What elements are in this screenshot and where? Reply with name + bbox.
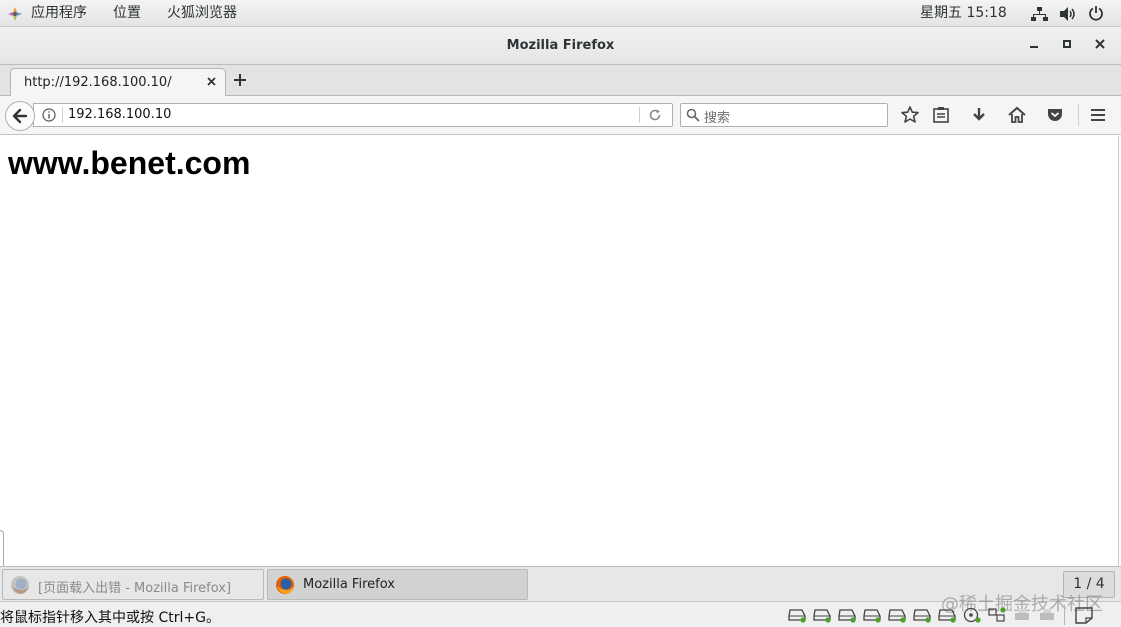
hard-disk-icon[interactable]	[912, 607, 932, 623]
message-log-icon[interactable]	[1074, 606, 1094, 624]
optical-drive-icon[interactable]	[962, 607, 982, 623]
close-icon	[1095, 39, 1105, 49]
window-title: Mozilla Firefox	[506, 38, 615, 53]
maximize-button[interactable]	[1056, 36, 1078, 56]
page-heading: www.benet.com	[8, 145, 251, 181]
toolbar-separator	[1078, 104, 1079, 126]
gnome-top-bar: 应用程序 位置 火狐浏览器 星期五 15:18	[0, 0, 1121, 27]
bookmark-star-icon[interactable]	[900, 105, 920, 125]
tab-strip: http://192.168.100.10/	[0, 65, 1121, 97]
hard-disk-icon[interactable]	[887, 607, 907, 623]
tab-title: http://192.168.100.10/	[24, 75, 172, 90]
menu-icon[interactable]	[1088, 105, 1108, 125]
window-titlebar[interactable]: Mozilla Firefox	[0, 27, 1121, 65]
minimize-icon	[1030, 46, 1038, 48]
back-button[interactable]	[5, 101, 35, 131]
download-icon[interactable]	[969, 105, 989, 125]
hard-disk-icon[interactable]	[837, 607, 857, 623]
status-message: 将鼠标指针移入其中或按 Ctrl+G。	[0, 610, 220, 626]
search-icon	[686, 108, 700, 122]
tab-active[interactable]: http://192.168.100.10/	[10, 68, 226, 97]
window-list-label: [页面载入出错 - Mozilla Firefox]	[38, 581, 232, 596]
navigation-toolbar: 192.168.100.10 搜索	[0, 96, 1121, 135]
search-bar[interactable]: 搜索	[680, 103, 888, 127]
window-list-label: Mozilla Firefox	[303, 577, 395, 592]
hard-disk-icon[interactable]	[812, 607, 832, 623]
close-icon	[207, 77, 216, 86]
hard-disk-icon[interactable]	[937, 607, 957, 623]
site-info-icon[interactable]	[42, 108, 56, 122]
window-list-item-firefox[interactable]: Mozilla Firefox	[267, 569, 528, 600]
network-adapter-icon[interactable]	[987, 607, 1007, 623]
hard-disk-icon[interactable]	[787, 607, 807, 623]
new-tab-button[interactable]	[233, 69, 247, 91]
places-menu[interactable]: 位置	[113, 4, 141, 22]
applications-icon[interactable]	[7, 6, 23, 22]
firefox-icon	[276, 576, 294, 594]
firefox-icon	[11, 576, 29, 594]
reload-separator	[639, 107, 640, 123]
window-edge-marker	[0, 530, 4, 566]
close-window-button[interactable]	[1089, 36, 1111, 56]
url-input[interactable]: 192.168.100.10	[68, 107, 171, 122]
reload-icon[interactable]	[648, 108, 662, 122]
desktop-screen: 应用程序 位置 火狐浏览器 星期五 15:18 Mozilla Firefox	[0, 0, 1121, 627]
back-arrow-icon	[12, 108, 28, 124]
reading-list-icon[interactable]	[931, 105, 951, 125]
search-input[interactable]: 搜索	[704, 107, 730, 126]
hard-disk-icon[interactable]	[862, 607, 882, 623]
page-content[interactable]: www.benet.com	[0, 136, 1119, 566]
home-icon[interactable]	[1007, 105, 1027, 125]
printer-icon[interactable]	[1012, 607, 1032, 623]
tab-close-button[interactable]	[207, 74, 216, 90]
applications-menu[interactable]: 应用程序	[31, 4, 87, 22]
volume-icon[interactable]	[1059, 6, 1077, 22]
network-icon[interactable]	[1031, 6, 1048, 22]
minimize-button[interactable]	[1023, 36, 1045, 56]
vm-status-bar: 将鼠标指针移入其中或按 Ctrl+G。 @稀土掘金技术社区	[0, 594, 1121, 627]
plus-icon	[234, 74, 246, 86]
maximize-icon	[1063, 40, 1071, 48]
pocket-icon[interactable]	[1045, 105, 1065, 125]
url-bar[interactable]: 192.168.100.10	[33, 103, 673, 127]
firefox-app-menu[interactable]: 火狐浏览器	[167, 4, 237, 22]
sound-card-icon[interactable]	[1037, 607, 1057, 623]
power-icon[interactable]	[1088, 5, 1104, 21]
clock[interactable]: 星期五 15:18	[920, 4, 1007, 22]
status-separator	[1064, 605, 1065, 625]
window-list-item-error[interactable]: [页面载入出错 - Mozilla Firefox]	[2, 569, 264, 600]
url-separator	[62, 107, 63, 123]
